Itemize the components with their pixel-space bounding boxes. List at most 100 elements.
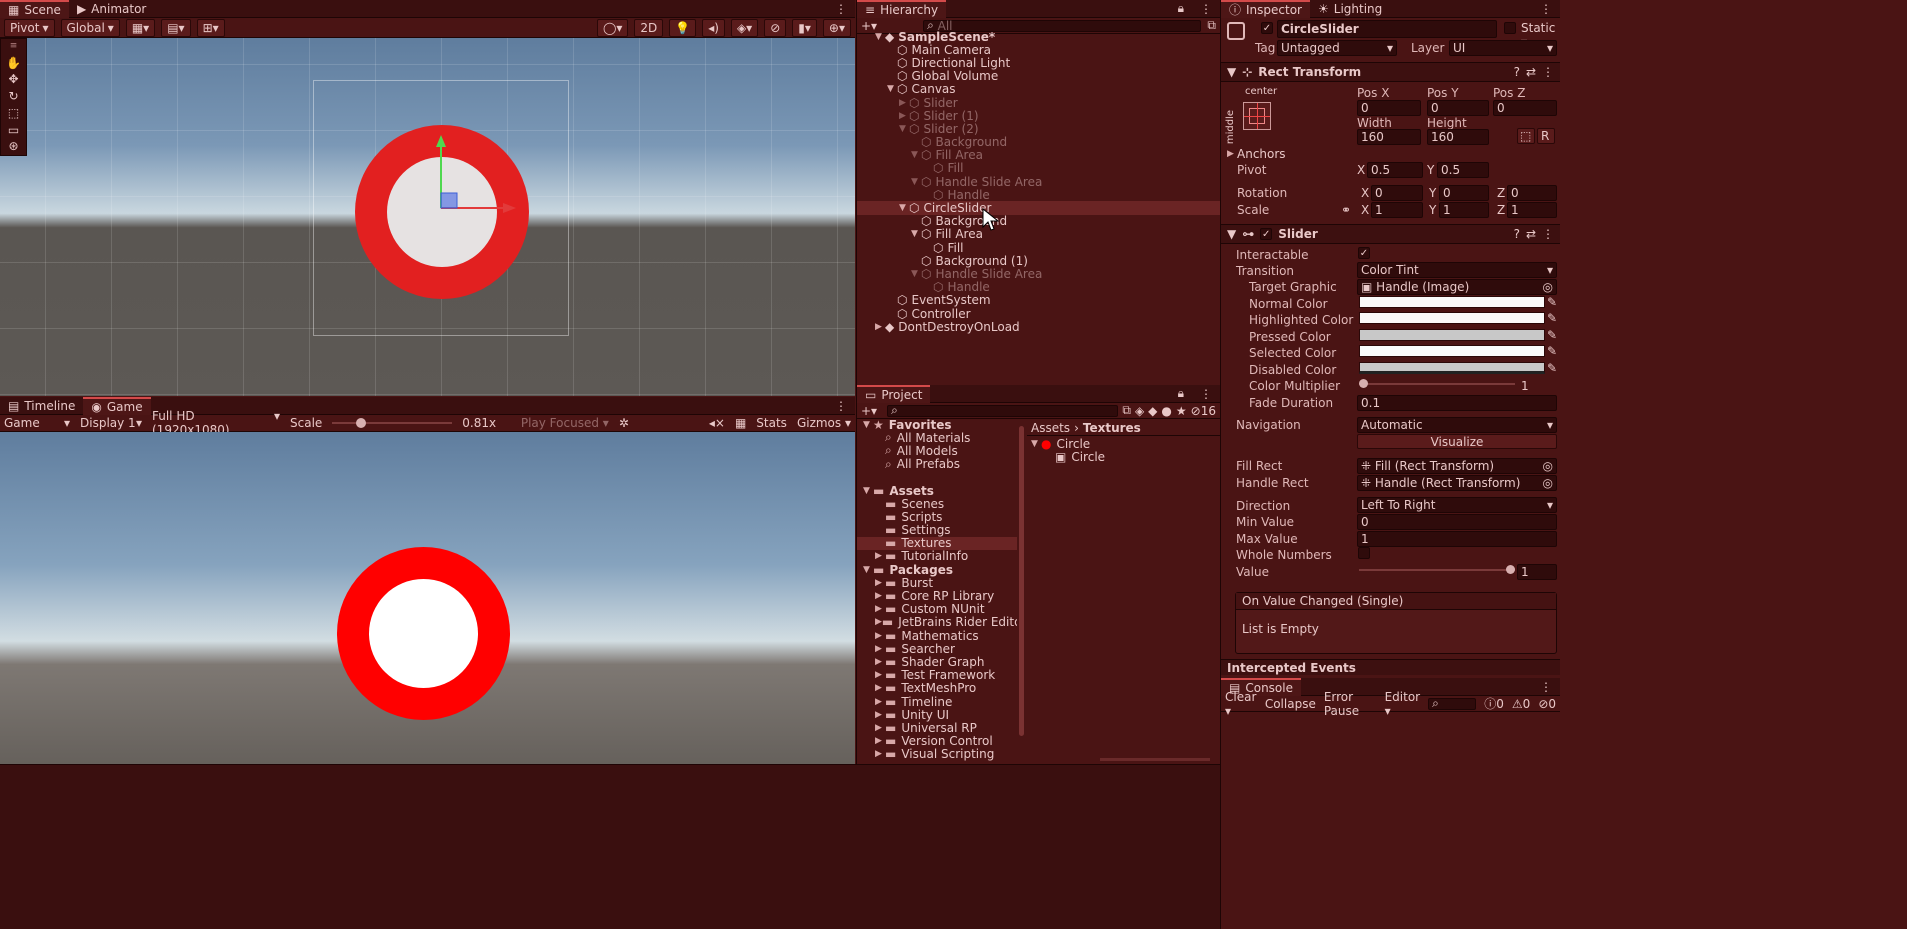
hierarchy-item[interactable]: ▼ ⬡ Fill Area xyxy=(857,227,1220,241)
expand-arrow-icon[interactable]: ▼ xyxy=(863,565,873,575)
project-tree-item[interactable]: ▶ ▬ Searcher xyxy=(857,642,1017,656)
pos-x-field[interactable]: 0 xyxy=(1357,100,1421,116)
project-search-input[interactable]: ⌕ xyxy=(887,403,1119,417)
draw-mode-button[interactable]: ◯▾ xyxy=(596,18,629,37)
project-tree-item[interactable]: ▶ ▬ TextMeshPro xyxy=(857,681,1017,695)
project-tree-item[interactable]: ▶ ▬ Shader Graph xyxy=(857,655,1017,669)
hierarchy-item[interactable]: ▶ ⬡ Slider xyxy=(857,96,1220,110)
scene-viewport[interactable]: ≡ ✋ ✥ ↻ ⬚ ▭ ⊛ xyxy=(0,38,855,396)
error-pause-button[interactable]: Error Pause xyxy=(1324,690,1377,718)
expand-arrow-icon[interactable]: ▶ xyxy=(875,657,885,667)
mute-audio-icon[interactable]: ◂× xyxy=(709,416,725,430)
tab-scene[interactable]: ▦ Scene xyxy=(0,0,69,18)
scene-menu-icon[interactable]: ⋮ xyxy=(827,0,855,18)
scale-x-field[interactable]: 1 xyxy=(1371,202,1423,218)
transform-tool-icon[interactable]: ⊛ xyxy=(8,139,18,155)
disabled-color-swatch[interactable] xyxy=(1359,362,1545,374)
hierarchy-item[interactable]: ▼ ⬡ Slider (2) xyxy=(857,122,1220,136)
hidden-objects-toggle[interactable]: ⊘ xyxy=(764,18,787,37)
audio-toggle[interactable]: ◂) xyxy=(702,18,725,37)
fade-duration-field[interactable]: 0.1 xyxy=(1357,395,1557,411)
scale-slider-thumb[interactable] xyxy=(356,418,367,428)
gizmos-button[interactable]: ⊕▾ xyxy=(822,18,851,37)
tag-icon[interactable]: ◆ xyxy=(1148,404,1157,418)
tab-hierarchy[interactable]: ≡ Hierarchy xyxy=(857,0,947,18)
project-tree-item[interactable]: ▬ Scripts xyxy=(857,510,1017,524)
rotation-y-field[interactable]: 0 xyxy=(1439,185,1489,201)
hierarchy-item[interactable]: ▼ ⬡ CircleSlider xyxy=(857,201,1220,215)
selected-color-swatch[interactable] xyxy=(1359,345,1545,357)
visualize-button[interactable]: Visualize xyxy=(1357,434,1557,449)
tab-timeline[interactable]: ▤ Timeline xyxy=(0,397,83,415)
tab-game[interactable]: ◉ Game xyxy=(83,396,151,415)
clear-button[interactable]: Clear ▾ xyxy=(1225,690,1257,718)
scrollbar-thumb[interactable] xyxy=(1019,426,1024,736)
project-menu-icon[interactable]: ⋮ xyxy=(1192,385,1220,403)
project-tree-item[interactable]: ▶ ▬ Visual Scripting xyxy=(857,747,1017,761)
fill-rect-field[interactable]: ⁜ Fill (Rect Transform) ◎ xyxy=(1357,458,1557,474)
hierarchy-menu-icon[interactable]: ⋮ xyxy=(1192,0,1220,18)
tab-animator[interactable]: ▶ Animator xyxy=(69,0,154,18)
hierarchy-item[interactable]: ⬡ EventSystem xyxy=(857,293,1220,307)
color-multiplier-thumb[interactable] xyxy=(1359,379,1368,388)
expand-arrow-icon[interactable]: ▼ xyxy=(899,203,909,213)
hierarchy-item[interactable]: ▶ ⬡ Slider (1) xyxy=(857,109,1220,123)
rect-transform-header[interactable]: ▼ ⊹ Rect Transform ? ⇄ ⋮ xyxy=(1221,62,1560,82)
hand-tool-icon[interactable]: ✋ xyxy=(6,56,21,72)
display-dropdown[interactable]: Display 1 ▾ xyxy=(80,416,142,430)
expand-arrow-icon[interactable]: ▶ xyxy=(875,631,885,641)
pivot-y-field[interactable]: 0.5 xyxy=(1437,162,1489,178)
add-icon[interactable]: +▾ xyxy=(861,404,877,418)
gizmos-button[interactable]: Gizmos ▾ xyxy=(797,416,851,430)
component-menu-icon[interactable]: ⋮ xyxy=(1542,65,1560,79)
error-filter-icon[interactable]: ● xyxy=(1161,404,1171,418)
value-field[interactable]: 1 xyxy=(1517,564,1557,580)
expand-arrow-icon[interactable]: ▶ xyxy=(875,617,882,627)
warning-count-toggle[interactable]: ⚠0 xyxy=(1512,697,1530,711)
expand-arrow-icon[interactable]: ▶ xyxy=(875,551,885,561)
normal-color-swatch[interactable] xyxy=(1359,296,1545,308)
highlighted-color-swatch[interactable] xyxy=(1359,312,1545,324)
expand-arrow-icon[interactable]: ▶ xyxy=(875,710,885,720)
pressed-color-swatch[interactable] xyxy=(1359,329,1545,341)
console-menu-icon[interactable]: ⋮ xyxy=(1532,678,1560,696)
slider-header[interactable]: ▼ ⊶ ✓ Slider ? ⇄ ⋮ xyxy=(1221,224,1560,244)
hierarchy-item[interactable]: ▶ ◆ DontDestroyOnLoad xyxy=(857,320,1220,334)
help-icon[interactable]: ? xyxy=(1514,227,1520,241)
project-tree-item[interactable]: ▶ ▬ Mathematics xyxy=(857,629,1017,643)
increment-snap-button[interactable]: ⊞▾ xyxy=(196,18,225,37)
expand-arrow-icon[interactable]: ▼ xyxy=(899,124,909,134)
expand-arrow-icon[interactable]: ▶ xyxy=(875,723,885,733)
anchor-preset-button[interactable] xyxy=(1243,102,1271,130)
expand-arrow-icon[interactable]: ▶ xyxy=(875,736,885,746)
expand-arrow-icon[interactable]: ▶ xyxy=(875,697,885,707)
color-multiplier-value[interactable]: 1 xyxy=(1521,379,1529,393)
project-file-item[interactable]: ▼ ● Circle xyxy=(1027,437,1220,451)
raw-edit-button[interactable]: R xyxy=(1537,128,1555,144)
expand-arrow-icon[interactable]: ▶ xyxy=(875,322,885,332)
component-menu-icon[interactable]: ⋮ xyxy=(1542,227,1560,241)
project-tree-item[interactable]: ▶ ▬ Version Control xyxy=(857,734,1017,748)
breadcrumb-assets[interactable]: Assets xyxy=(1031,421,1070,435)
hierarchy-item[interactable]: ⬡ Fill xyxy=(857,241,1220,255)
project-tree-item[interactable]: ▼ ★ Favorites xyxy=(857,418,1017,432)
eyedropper-icon[interactable]: ✎ xyxy=(1547,295,1557,309)
tab-inspector[interactable]: ⓘ Inspector xyxy=(1221,0,1310,18)
anchors-foldout[interactable]: ▶ Anchors xyxy=(1227,146,1286,162)
hierarchy-item[interactable]: ⬡ Fill xyxy=(857,161,1220,175)
transition-dropdown[interactable]: Color Tint ▾ xyxy=(1357,262,1557,278)
project-tree-item[interactable]: ▶ ▬ Test Framework xyxy=(857,668,1017,682)
rotate-tool-icon[interactable]: ↻ xyxy=(8,89,18,105)
inspector-menu-icon[interactable]: ⋮ xyxy=(1532,0,1560,18)
blueprint-mode-button[interactable]: ⬚ xyxy=(1517,128,1535,144)
lock-icon[interactable]: 🔒︎ xyxy=(1170,0,1192,18)
hierarchy-item[interactable]: ⬡ Main Camera xyxy=(857,43,1220,57)
move-gizmo[interactable] xyxy=(420,133,520,223)
search-by-type-icon[interactable]: ⧉ xyxy=(1122,403,1131,418)
hierarchy-item[interactable]: ⬡ Directional Light xyxy=(857,56,1220,70)
game-viewport[interactable] xyxy=(0,432,855,764)
expand-arrow-icon[interactable]: ▼ xyxy=(911,229,921,239)
project-tree-item[interactable]: ⌕ All Models xyxy=(857,443,1017,458)
hierarchy-item[interactable]: ⬡ Handle xyxy=(857,188,1220,202)
bug-icon[interactable]: ✲ xyxy=(619,416,629,430)
